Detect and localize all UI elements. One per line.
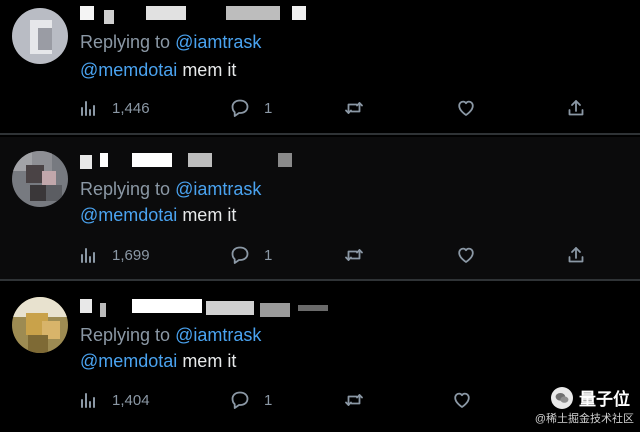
replying-to-label: Replying to [80, 325, 176, 345]
watermark: 量子位 [551, 385, 630, 410]
share-button[interactable] [566, 243, 586, 267]
speech-bubble-icon [231, 99, 249, 117]
tweet-text: @memdotai mem it [80, 205, 236, 226]
watermark-brand: 量子位 [579, 390, 630, 409]
reply-count: 1 [264, 391, 273, 409]
author-name-pixelated[interactable] [80, 151, 340, 169]
reply-button[interactable]: 1 [230, 243, 272, 267]
action-bar: 1,699 1 [78, 243, 598, 267]
heart-icon [454, 392, 470, 408]
reply-handle-link[interactable]: @iamtrask [175, 325, 261, 345]
retweet-icon [345, 394, 363, 406]
action-bar: 1,404 1 [78, 388, 598, 412]
tweet-text: @memdotai mem it [80, 60, 236, 81]
views-button[interactable]: 1,404 [78, 388, 150, 412]
retweet-button[interactable] [344, 243, 364, 267]
avatar[interactable] [12, 297, 68, 353]
mention-link[interactable]: @memdotai [80, 351, 177, 371]
retweet-icon [345, 102, 363, 114]
bar-chart-icon [81, 248, 95, 263]
retweet-button[interactable] [344, 388, 364, 412]
tweet-text: @memdotai mem it [80, 351, 236, 372]
like-button[interactable] [456, 243, 476, 267]
retweet-button[interactable] [344, 96, 364, 120]
reply-button[interactable]: 1 [230, 388, 272, 412]
heart-icon [458, 100, 474, 116]
views-button[interactable]: 1,699 [78, 243, 150, 267]
like-button[interactable] [452, 388, 472, 412]
views-count: 1,699 [112, 246, 150, 264]
author-name-pixelated[interactable] [80, 297, 340, 317]
wechat-logo-icon [551, 386, 573, 409]
tweet-divider [0, 279, 640, 281]
reply-handle-link[interactable]: @iamtrask [175, 179, 261, 199]
reply-count: 1 [264, 246, 273, 264]
avatar[interactable] [12, 8, 68, 64]
tweet-divider [0, 133, 640, 135]
watermark-site: @稀土掘金技术社区 [534, 413, 634, 425]
reply-count: 1 [264, 99, 273, 117]
reply-tweet[interactable]: Replying to @iamtrask @memdotai mem it 1… [0, 137, 640, 280]
heart-icon [458, 247, 474, 263]
replying-to-label: Replying to [80, 179, 176, 199]
replying-to-line: Replying to @iamtrask [80, 32, 261, 53]
mention-link[interactable]: @memdotai [80, 205, 177, 225]
replying-to-label: Replying to [80, 32, 176, 52]
tweet-text-body: mem it [177, 60, 237, 80]
tweet-text-body: mem it [177, 205, 237, 225]
bar-chart-icon [81, 393, 95, 408]
share-icon [568, 247, 584, 263]
bar-chart-icon [81, 101, 95, 116]
speech-bubble-icon [231, 391, 249, 409]
reply-tweet[interactable]: Replying to @iamtrask @memdotai mem it 1… [0, 0, 640, 133]
share-icon [568, 100, 584, 116]
avatar[interactable] [12, 151, 68, 207]
share-button[interactable] [566, 96, 586, 120]
reply-handle-link[interactable]: @iamtrask [175, 32, 261, 52]
replying-to-line: Replying to @iamtrask [80, 325, 261, 346]
author-name-pixelated[interactable] [80, 4, 340, 24]
action-bar: 1,446 1 [78, 96, 598, 120]
views-count: 1,404 [112, 391, 150, 409]
tweet-text-body: mem it [177, 351, 237, 371]
views-button[interactable]: 1,446 [78, 96, 150, 120]
views-count: 1,446 [112, 99, 150, 117]
like-button[interactable] [456, 96, 476, 120]
speech-bubble-icon [231, 246, 249, 264]
retweet-icon [345, 249, 363, 261]
mention-link[interactable]: @memdotai [80, 60, 177, 80]
replying-to-line: Replying to @iamtrask [80, 179, 261, 200]
reply-button[interactable]: 1 [230, 96, 272, 120]
